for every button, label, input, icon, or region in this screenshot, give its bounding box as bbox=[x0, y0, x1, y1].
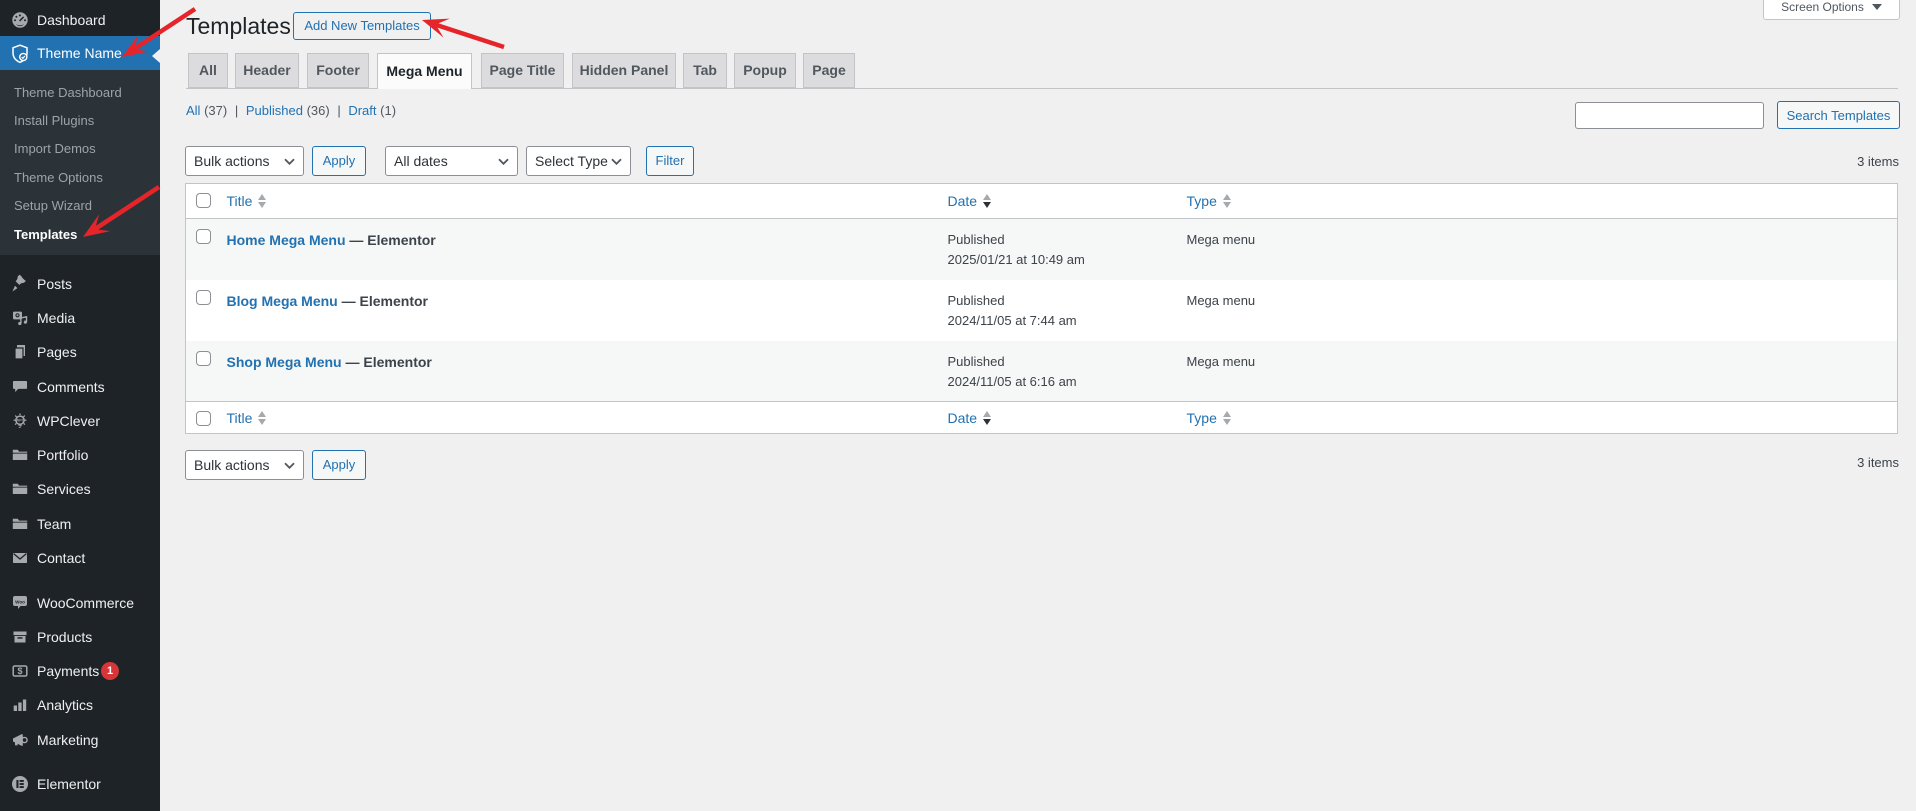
svg-text:$: $ bbox=[17, 666, 22, 676]
svg-text:WPC: WPC bbox=[16, 419, 25, 423]
svg-text:Woo: Woo bbox=[15, 599, 25, 604]
